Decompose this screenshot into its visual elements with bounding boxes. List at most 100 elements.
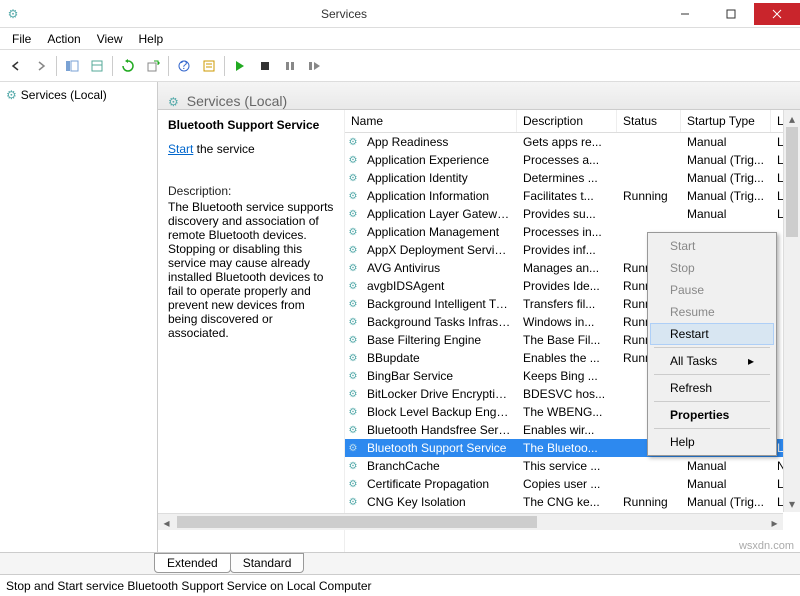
cell-startup: Manual	[681, 459, 771, 473]
scroll-left-icon[interactable]: ◂	[158, 514, 175, 531]
menu-action[interactable]: Action	[39, 30, 88, 48]
back-button[interactable]	[4, 54, 28, 78]
cell-name: Application Information	[361, 189, 517, 203]
cell-description: Processes in...	[517, 225, 617, 239]
content-title: Services (Local)	[187, 93, 287, 109]
table-row[interactable]: ⚙Application Layer Gateway ...Provides s…	[345, 205, 800, 223]
cell-name: Application Identity	[361, 171, 517, 185]
ctx-all-tasks[interactable]: All Tasks▸	[650, 350, 774, 372]
scroll-right-icon[interactable]: ▸	[766, 514, 783, 531]
ctx-help[interactable]: Help	[650, 431, 774, 453]
forward-button[interactable]	[29, 54, 53, 78]
stop-service-button[interactable]	[253, 54, 277, 78]
cell-name: Application Management	[361, 225, 517, 239]
hscroll-thumb[interactable]	[177, 516, 537, 528]
cell-name: Background Intelligent Tran...	[361, 297, 517, 311]
cell-name: App Readiness	[361, 135, 517, 149]
cell-name: BranchCache	[361, 459, 517, 473]
export-button[interactable]	[141, 54, 165, 78]
gear-icon: ⚙	[6, 88, 17, 102]
gear-icon: ⚙	[168, 95, 179, 109]
menu-separator	[654, 347, 770, 348]
menu-view[interactable]: View	[89, 30, 131, 48]
help-button[interactable]: ?	[172, 54, 196, 78]
table-row[interactable]: ⚙Certificate PropagationCopies user ...M…	[345, 475, 800, 493]
submenu-arrow-icon: ▸	[748, 354, 754, 368]
cell-startup: Manual	[681, 135, 771, 149]
gear-icon: ⚙	[345, 137, 361, 148]
table-row[interactable]: ⚙Application InformationFacilitates t...…	[345, 187, 800, 205]
gear-icon: ⚙	[345, 497, 361, 508]
content-header: ⚙ Services (Local)	[158, 82, 800, 110]
properties-button[interactable]	[197, 54, 221, 78]
gear-icon: ⚙	[345, 353, 361, 364]
col-name[interactable]: Name	[345, 110, 517, 132]
toolbar-separator	[112, 56, 113, 76]
table-row[interactable]: ⚙Application ExperienceProcesses a...Man…	[345, 151, 800, 169]
cell-name: Bluetooth Handsfree Service	[361, 423, 517, 437]
refresh-button[interactable]	[116, 54, 140, 78]
view-button[interactable]	[85, 54, 109, 78]
gear-icon: ⚙	[345, 173, 361, 184]
status-text: Stop and Start service Bluetooth Support…	[6, 579, 372, 593]
cell-description: Determines ...	[517, 171, 617, 185]
ctx-properties[interactable]: Properties	[650, 404, 774, 426]
ctx-resume: Resume	[650, 301, 774, 323]
maximize-button[interactable]	[708, 3, 754, 25]
gear-icon: ⚙	[345, 389, 361, 400]
menu-help[interactable]: Help	[131, 30, 172, 48]
cell-description: Transfers fil...	[517, 297, 617, 311]
minimize-button[interactable]	[662, 3, 708, 25]
ctx-refresh[interactable]: Refresh	[650, 377, 774, 399]
scroll-up-icon[interactable]: ▴	[784, 110, 800, 127]
cell-description: The CNG ke...	[517, 495, 617, 509]
start-link[interactable]: Start	[168, 142, 193, 156]
window-buttons	[662, 3, 800, 25]
gear-icon: ⚙	[345, 335, 361, 346]
pause-service-button[interactable]	[278, 54, 302, 78]
tab-standard[interactable]: Standard	[230, 553, 305, 573]
col-startup-type[interactable]: Startup Type	[681, 110, 771, 132]
show-hide-tree-button[interactable]	[60, 54, 84, 78]
menu-file[interactable]: File	[4, 30, 39, 48]
service-action: Start the service	[168, 142, 334, 156]
table-row[interactable]: ⚙BranchCacheThis service ...ManualNet	[345, 457, 800, 475]
cell-startup: Manual	[681, 477, 771, 491]
cell-description: Copies user ...	[517, 477, 617, 491]
table-row[interactable]: ⚙CNG Key IsolationThe CNG ke...RunningMa…	[345, 493, 800, 511]
col-status[interactable]: Status	[617, 110, 681, 132]
start-service-button[interactable]	[228, 54, 252, 78]
menu-separator	[654, 374, 770, 375]
cell-name: Base Filtering Engine	[361, 333, 517, 347]
horizontal-scrollbar[interactable]: ◂ ▸	[158, 513, 783, 530]
description-label: Description:	[168, 184, 334, 198]
cell-startup: Manual (Trig...	[681, 189, 771, 203]
cell-name: Application Experience	[361, 153, 517, 167]
cell-description: Provides Ide...	[517, 279, 617, 293]
cell-name: Background Tasks Infrastru...	[361, 315, 517, 329]
table-row[interactable]: ⚙Application IdentityDetermines ... Manua…	[345, 169, 800, 187]
app-icon: ⚙	[0, 7, 26, 21]
ctx-restart[interactable]: Restart	[650, 323, 774, 345]
cell-startup: Manual (Trig...	[681, 153, 771, 167]
col-description[interactable]: Description	[517, 110, 617, 132]
tab-extended[interactable]: Extended	[154, 553, 231, 573]
cell-startup: Manual (Trig...	[681, 171, 771, 185]
scroll-down-icon[interactable]: ▾	[784, 495, 800, 512]
vertical-scrollbar[interactable]: ▴ ▾	[783, 110, 800, 512]
toolbar-separator	[56, 56, 57, 76]
scroll-thumb[interactable]	[786, 127, 798, 237]
restart-service-button[interactable]	[303, 54, 327, 78]
title-bar: ⚙ Services	[0, 0, 800, 28]
cell-name: avgbIDSAgent	[361, 279, 517, 293]
table-row[interactable]: ⚙App ReadinessGets apps re...ManualLoc	[345, 133, 800, 151]
cell-description: Keeps Bing ...	[517, 369, 617, 383]
menu-separator	[654, 428, 770, 429]
cell-description: Gets apps re...	[517, 135, 617, 149]
gear-icon: ⚙	[345, 371, 361, 382]
tree-root[interactable]: ⚙ Services (Local)	[4, 86, 153, 104]
cell-startup: Manual (Trig...	[681, 495, 771, 509]
close-button[interactable]	[754, 3, 800, 25]
ctx-pause: Pause	[650, 279, 774, 301]
cell-description: BDESVC hos...	[517, 387, 617, 401]
